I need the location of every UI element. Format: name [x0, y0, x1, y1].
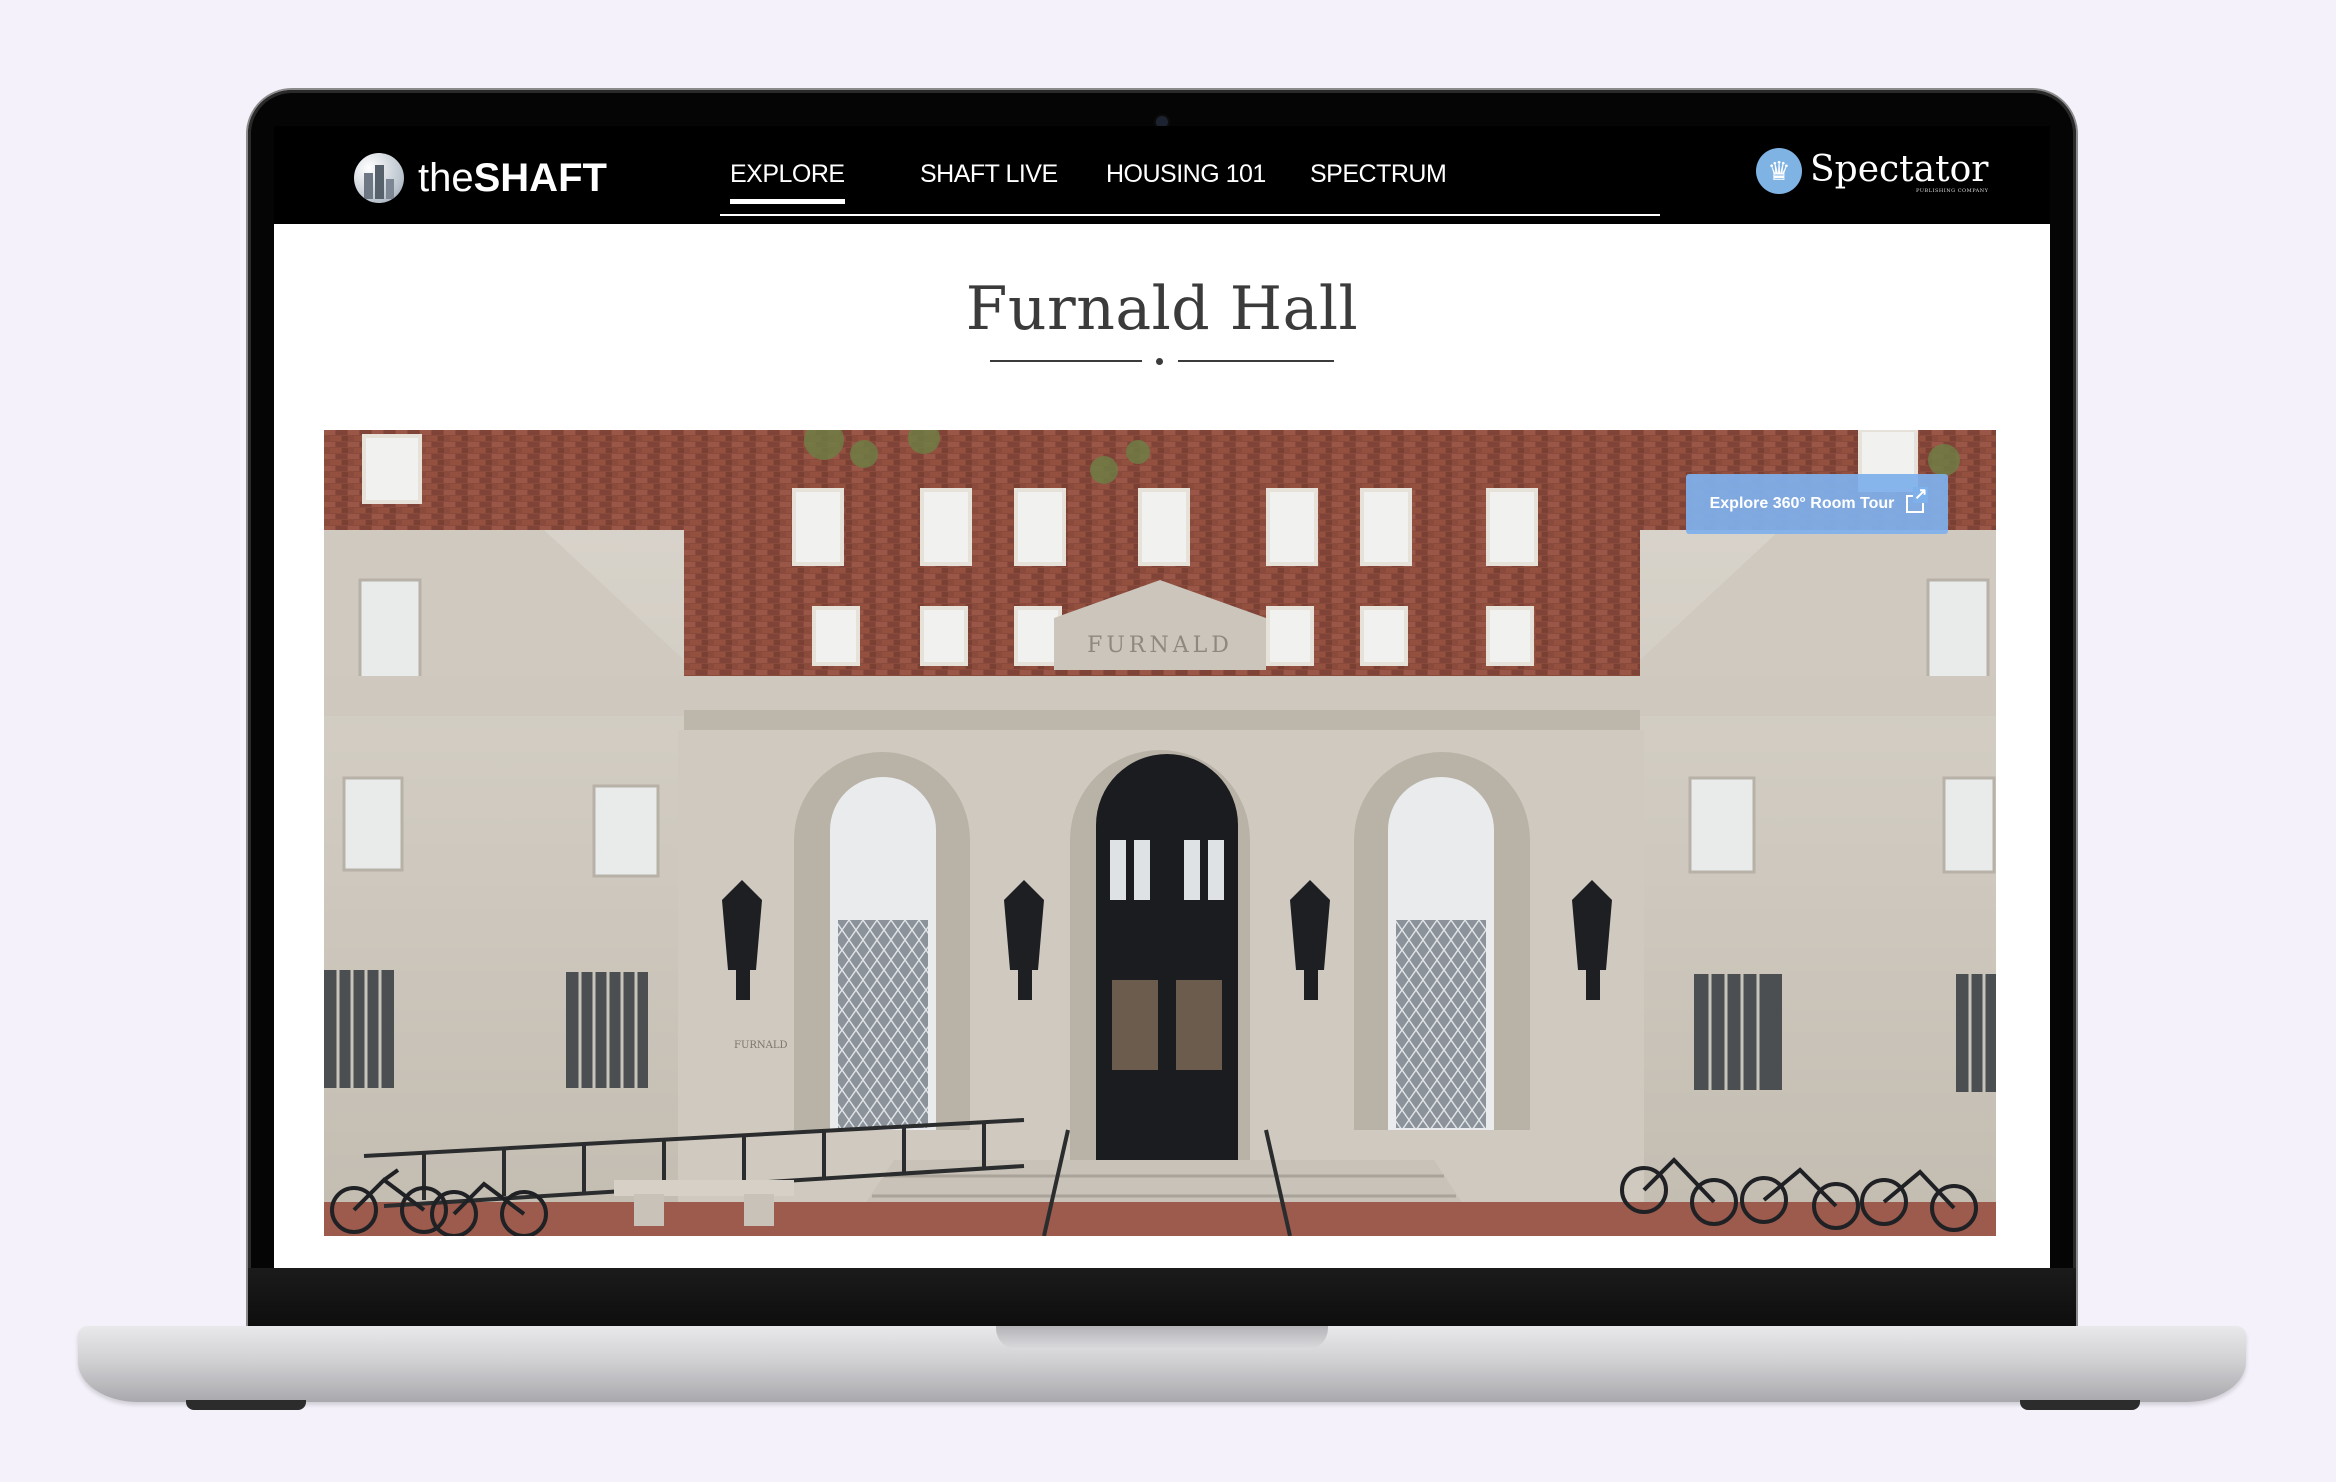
- logo-wordmark: theSHAFT: [418, 150, 607, 206]
- laptop-foot: [2020, 1400, 2140, 1410]
- room-tour-label: Explore 360° Room Tour: [1709, 495, 1895, 512]
- nav-spectrum[interactable]: SPECTRUM: [1310, 160, 1447, 189]
- logo-prefix: the: [418, 156, 474, 200]
- site-header: theSHAFT EXPLORE SHAFT LIVE HOUSING 101 …: [274, 126, 2050, 224]
- page-title: Furnald Hall: [965, 274, 1359, 344]
- title-divider-dot: [1156, 358, 1163, 365]
- spectator-wordmark: Spectator PUBLISHING COMPANY: [1810, 148, 1988, 194]
- spectator-logo[interactable]: ♛ Spectator PUBLISHING COMPANY: [1756, 148, 1988, 194]
- laptop-foot: [186, 1400, 306, 1410]
- nav-explore[interactable]: EXPLORE: [730, 160, 845, 204]
- logo-bold: SHAFT: [473, 156, 607, 200]
- room-tour-button[interactable]: Explore 360° Room Tour: [1686, 474, 1948, 534]
- building-inscription: FURNALD: [1087, 633, 1233, 658]
- shaft-logo[interactable]: theSHAFT: [354, 150, 607, 206]
- building-logo-icon: [354, 153, 404, 203]
- furnald-hall-illustration: FURNALD FURNALD: [324, 430, 1996, 1236]
- title-divider-left: [990, 360, 1142, 362]
- spectator-name: Spectator: [1810, 149, 1989, 190]
- crown-icon: ♛: [1756, 148, 1802, 194]
- nav-shaft-live[interactable]: SHAFT LIVE: [920, 160, 1058, 189]
- nav-housing-101[interactable]: HOUSING 101: [1106, 160, 1266, 189]
- hero-photo: FURNALD FURNALD: [324, 430, 1996, 1236]
- main-nav: EXPLORE SHAFT LIVE HOUSING 101 SPECTRUM: [720, 154, 1660, 216]
- screen-bezel: [248, 1268, 2076, 1330]
- browser-viewport: theSHAFT EXPLORE SHAFT LIVE HOUSING 101 …: [274, 126, 2050, 1268]
- building-plaque: FURNALD: [734, 1040, 788, 1051]
- laptop-notch: [996, 1326, 1328, 1350]
- external-link-icon: [1906, 487, 1929, 513]
- title-divider-right: [1178, 360, 1334, 362]
